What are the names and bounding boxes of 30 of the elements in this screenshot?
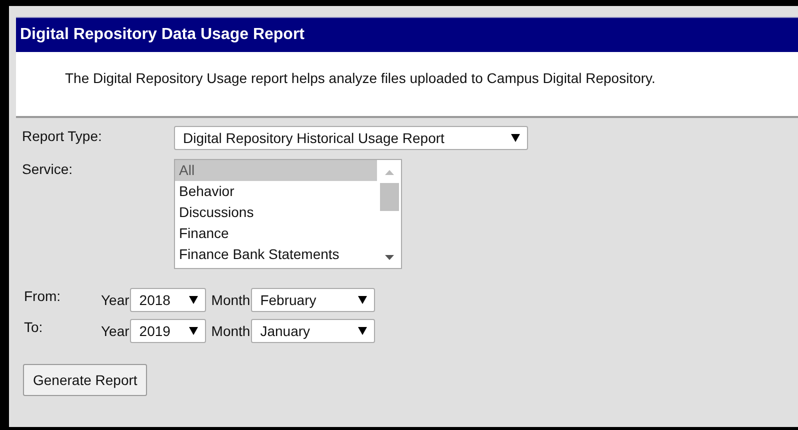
field-label: Report Type: bbox=[22, 127, 103, 144]
year-dropdown[interactable]: 2019 bbox=[130, 319, 206, 343]
year-label: Year bbox=[101, 292, 130, 308]
report-type-dropdown[interactable]: Digital Repository Historical Usage Report bbox=[174, 126, 528, 150]
caret-icon bbox=[511, 134, 520, 142]
date-label: From: bbox=[24, 288, 62, 304]
month-label: Month bbox=[211, 292, 250, 308]
service-option[interactable]: Finance bbox=[175, 223, 377, 244]
service-option[interactable]: Finance Bank Statements bbox=[175, 244, 377, 265]
report-description: The Digital Repository Usage report helps analyze files uploaded to Campus Digital Repository. bbox=[65, 70, 656, 86]
caret-icon bbox=[358, 296, 368, 304]
month-label: Month bbox=[211, 323, 250, 339]
service-listbox[interactable]: All Behavior Discussions Finance Finance Bank Statements bbox=[174, 159, 402, 269]
month-dropdown[interactable]: January bbox=[251, 319, 376, 343]
year-dropdown[interactable]: 2018 bbox=[130, 288, 206, 312]
date-label: To: bbox=[24, 319, 44, 335]
year-label: Year bbox=[101, 323, 130, 339]
scroll-down-icon bbox=[384, 255, 394, 260]
caret-icon bbox=[358, 327, 368, 335]
scroll-thumb[interactable] bbox=[380, 183, 398, 211]
field-label: Service: bbox=[22, 160, 74, 177]
service-option[interactable]: Discussions bbox=[175, 202, 377, 223]
service-option[interactable]: All bbox=[175, 160, 377, 181]
report-title: Digital Repository Data Usage Report bbox=[16, 17, 798, 52]
caret-icon bbox=[189, 327, 198, 335]
month-dropdown[interactable]: February bbox=[251, 288, 376, 312]
service-option[interactable]: Behavior bbox=[175, 181, 377, 202]
caret-icon bbox=[189, 296, 198, 304]
generate-report-button[interactable]: Generate Report bbox=[23, 364, 148, 396]
scroll-up-icon bbox=[384, 170, 394, 175]
